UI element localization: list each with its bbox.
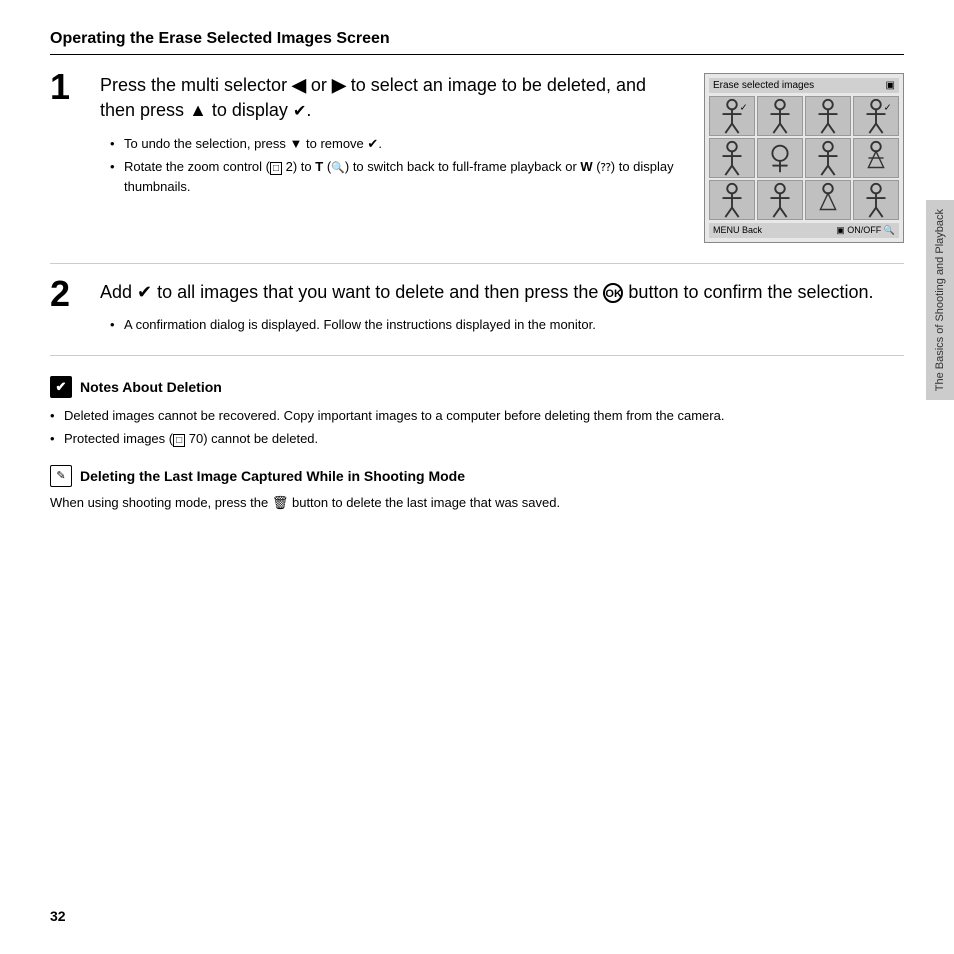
notes-icon: ✔	[50, 376, 72, 398]
screen-header: Erase selected images ▣	[709, 78, 899, 93]
step1-main-text: Press the multi selector ◀ or ▶ to selec…	[100, 73, 684, 124]
notes-header-text: Notes About Deletion	[80, 379, 222, 395]
screen-cell-10	[757, 180, 803, 220]
screen-cell-1: ✓	[709, 96, 755, 136]
step2-content: Add ✔ to all images that you want to del…	[100, 280, 904, 339]
notes-header: ✔ Notes About Deletion	[50, 376, 904, 398]
svg-text:✓: ✓	[740, 102, 748, 113]
step1-row: Press the multi selector ◀ or ▶ to selec…	[100, 73, 904, 243]
screen-cell-5	[709, 138, 755, 178]
step1-content: Press the multi selector ◀ or ▶ to selec…	[100, 73, 904, 243]
notes-bullets: Deleted images cannot be recovered. Copy…	[50, 406, 904, 449]
screen-header-right: ▣	[886, 80, 895, 91]
screen-cell-12	[853, 180, 899, 220]
screen-grid: ✓	[709, 96, 899, 220]
screen-footer-left: MENU Back	[713, 225, 762, 236]
notes-bullet1: Deleted images cannot be recovered. Copy…	[50, 406, 904, 426]
screen-cell-3	[805, 96, 851, 136]
step1-block: 1 Press the multi selector ◀ or ▶ to sel…	[50, 73, 904, 243]
sidebar-label: The Basics of Shooting and Playback	[934, 209, 946, 391]
screen-footer-right: ▣ ON/OFF 🔍	[836, 225, 895, 236]
step2-bullets: A confirmation dialog is displayed. Foll…	[110, 315, 904, 335]
screen-footer: MENU Back ▣ ON/OFF 🔍	[709, 223, 899, 238]
page-number: 32	[50, 908, 66, 924]
screen-cell-4: ✓	[853, 96, 899, 136]
step2-block: 2 Add ✔ to all images that you want to d…	[50, 280, 904, 356]
screen-cell-8	[853, 138, 899, 178]
deleting-text: When using shooting mode, press the 🗑 bu…	[50, 493, 904, 513]
screen-cell-11	[805, 180, 851, 220]
deleting-icon: ✎	[50, 465, 72, 487]
step1-text-area: Press the multi selector ◀ or ▶ to selec…	[100, 73, 704, 200]
deleting-header: ✎ Deleting the Last Image Captured While…	[50, 465, 904, 487]
step1-divider	[50, 263, 904, 264]
page-container: Operating the Erase Selected Images Scre…	[0, 0, 954, 954]
screen-header-left: Erase selected images	[713, 80, 814, 91]
sidebar-bar: The Basics of Shooting and Playback	[926, 200, 954, 400]
camera-screen: Erase selected images ▣	[704, 73, 904, 243]
step2-bullet1: A confirmation dialog is displayed. Foll…	[110, 315, 904, 335]
screen-cell-6	[757, 138, 803, 178]
notes-section: ✔ Notes About Deletion Deleted images ca…	[50, 376, 904, 449]
screen-cell-9	[709, 180, 755, 220]
step1-number: 1	[50, 69, 100, 243]
deleting-section: ✎ Deleting the Last Image Captured While…	[50, 465, 904, 513]
notes-bullet2: Protected images (□ 70) cannot be delete…	[50, 429, 904, 449]
screen-cell-2	[757, 96, 803, 136]
step2-number: 2	[50, 276, 100, 339]
step2-main-text: Add ✔ to all images that you want to del…	[100, 280, 904, 305]
step1-bullets: To undo the selection, press ▼ to remove…	[110, 134, 684, 197]
screen-cell-7	[805, 138, 851, 178]
deleting-header-text: Deleting the Last Image Captured While i…	[80, 468, 465, 484]
svg-text:✓: ✓	[884, 102, 892, 113]
page-title: Operating the Erase Selected Images Scre…	[50, 30, 904, 55]
step1-bullet1: To undo the selection, press ▼ to remove…	[110, 134, 684, 154]
step1-bullet2: Rotate the zoom control (□ 2) to T (🔍) t…	[110, 157, 684, 196]
